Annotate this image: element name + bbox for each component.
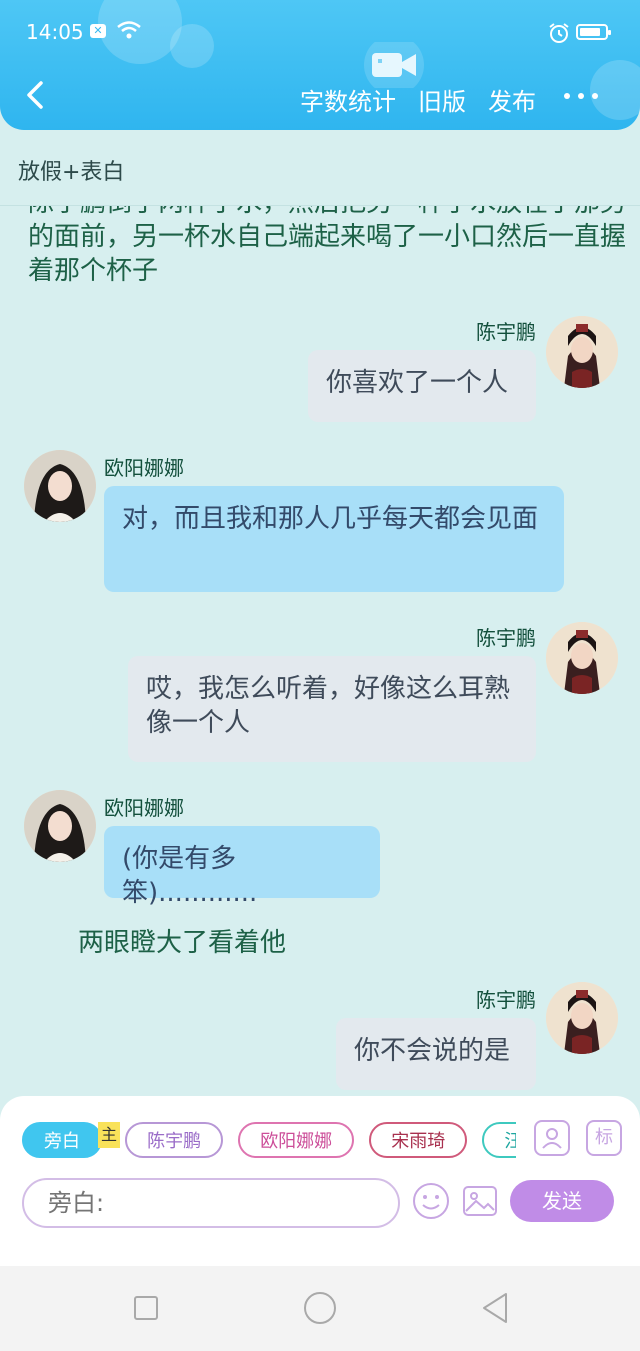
send-button[interactable]: 发送 xyxy=(510,1180,614,1222)
old-version-button[interactable]: 旧版 xyxy=(418,82,466,117)
role-chip[interactable]: 宋雨琦 xyxy=(369,1122,468,1158)
decor-bubble xyxy=(590,60,640,120)
message-input[interactable] xyxy=(22,1178,400,1228)
avatar-image xyxy=(24,790,96,862)
nav-back-icon[interactable] xyxy=(480,1292,510,1324)
status-time: 14:05 xyxy=(26,20,84,44)
main-role-badge: 主 xyxy=(98,1122,120,1148)
speaker-name: 陈宇鹏 xyxy=(476,988,536,1012)
image-icon[interactable] xyxy=(462,1183,498,1219)
notification-icon: ✕ xyxy=(90,24,106,38)
chat-bubble: 哎，我怎么听着，好像这么耳熟像一个人 xyxy=(128,656,536,762)
story-title: 放假+表白 xyxy=(18,160,125,185)
speaker-name: 陈宇鹏 xyxy=(476,626,536,650)
avatar[interactable] xyxy=(546,622,618,694)
more-options-icon[interactable] xyxy=(564,93,598,99)
narration-text: 陈宇鹏倒了两杯子水，然后把另一杯子水放在了那男的面前，另一杯水自己端起来喝了一小… xyxy=(28,206,627,286)
decor-bubble xyxy=(170,24,214,68)
home-icon[interactable] xyxy=(304,1292,336,1324)
word-count-button[interactable]: 字数统计 xyxy=(300,82,396,117)
app-header: 14:05 ✕ 字数统计 旧版 发布 xyxy=(0,0,640,130)
chat-bubble: 你喜欢了一个人 xyxy=(308,350,536,422)
composer-panel: 旁白 陈宇鹏 欧阳娜娜 宋雨琦 汪苏泷 主 标 发送 xyxy=(0,1096,640,1266)
avatar-image xyxy=(546,982,618,1054)
publish-button[interactable]: 发布 xyxy=(488,82,536,117)
chat-bubble: 你不会说的是 xyxy=(336,1018,536,1090)
role-manage-icon[interactable] xyxy=(534,1120,570,1156)
avatar[interactable] xyxy=(546,982,618,1054)
tag-icon[interactable]: 标 xyxy=(586,1120,622,1156)
recents-icon[interactable] xyxy=(134,1296,158,1320)
role-chip-narrator[interactable]: 旁白 xyxy=(22,1122,102,1158)
speaker-name: 欧阳娜娜 xyxy=(104,796,184,820)
avatar[interactable] xyxy=(546,316,618,388)
speaker-name: 陈宇鹏 xyxy=(476,320,536,344)
narration-text: 两眼瞪大了看着他 xyxy=(78,928,287,958)
role-chip[interactable]: 欧阳娜娜 xyxy=(238,1122,355,1158)
battery-icon xyxy=(576,24,611,40)
avatar-image xyxy=(546,622,618,694)
role-selector: 旁白 陈宇鹏 欧阳娜娜 宋雨琦 汪苏泷 xyxy=(22,1122,516,1162)
person-icon xyxy=(542,1128,562,1149)
chat-bubble: (你是有多笨)............ xyxy=(104,826,380,908)
avatar[interactable] xyxy=(24,790,96,862)
emoji-icon[interactable] xyxy=(412,1182,450,1220)
role-chip[interactable]: 汪苏泷 xyxy=(482,1122,516,1158)
avatar[interactable] xyxy=(24,450,96,522)
chat-bubble: 对，而且我和那人几乎每天都会见面 xyxy=(104,486,564,592)
alarm-icon xyxy=(549,23,569,43)
header-actions: 字数统计 旧版 发布 xyxy=(300,82,536,117)
avatar-image xyxy=(546,316,618,388)
avatar-image xyxy=(24,450,96,522)
chat-area[interactable]: 陈宇鹏倒了两杯子水，然后把另一杯子水放在了那男的面前，另一杯水自己端起来喝了一小… xyxy=(0,206,640,1096)
speaker-name: 欧阳娜娜 xyxy=(104,456,184,480)
role-chip[interactable]: 陈宇鹏 xyxy=(125,1122,224,1158)
back-arrow-icon[interactable] xyxy=(22,80,52,110)
wifi-icon xyxy=(117,21,141,39)
